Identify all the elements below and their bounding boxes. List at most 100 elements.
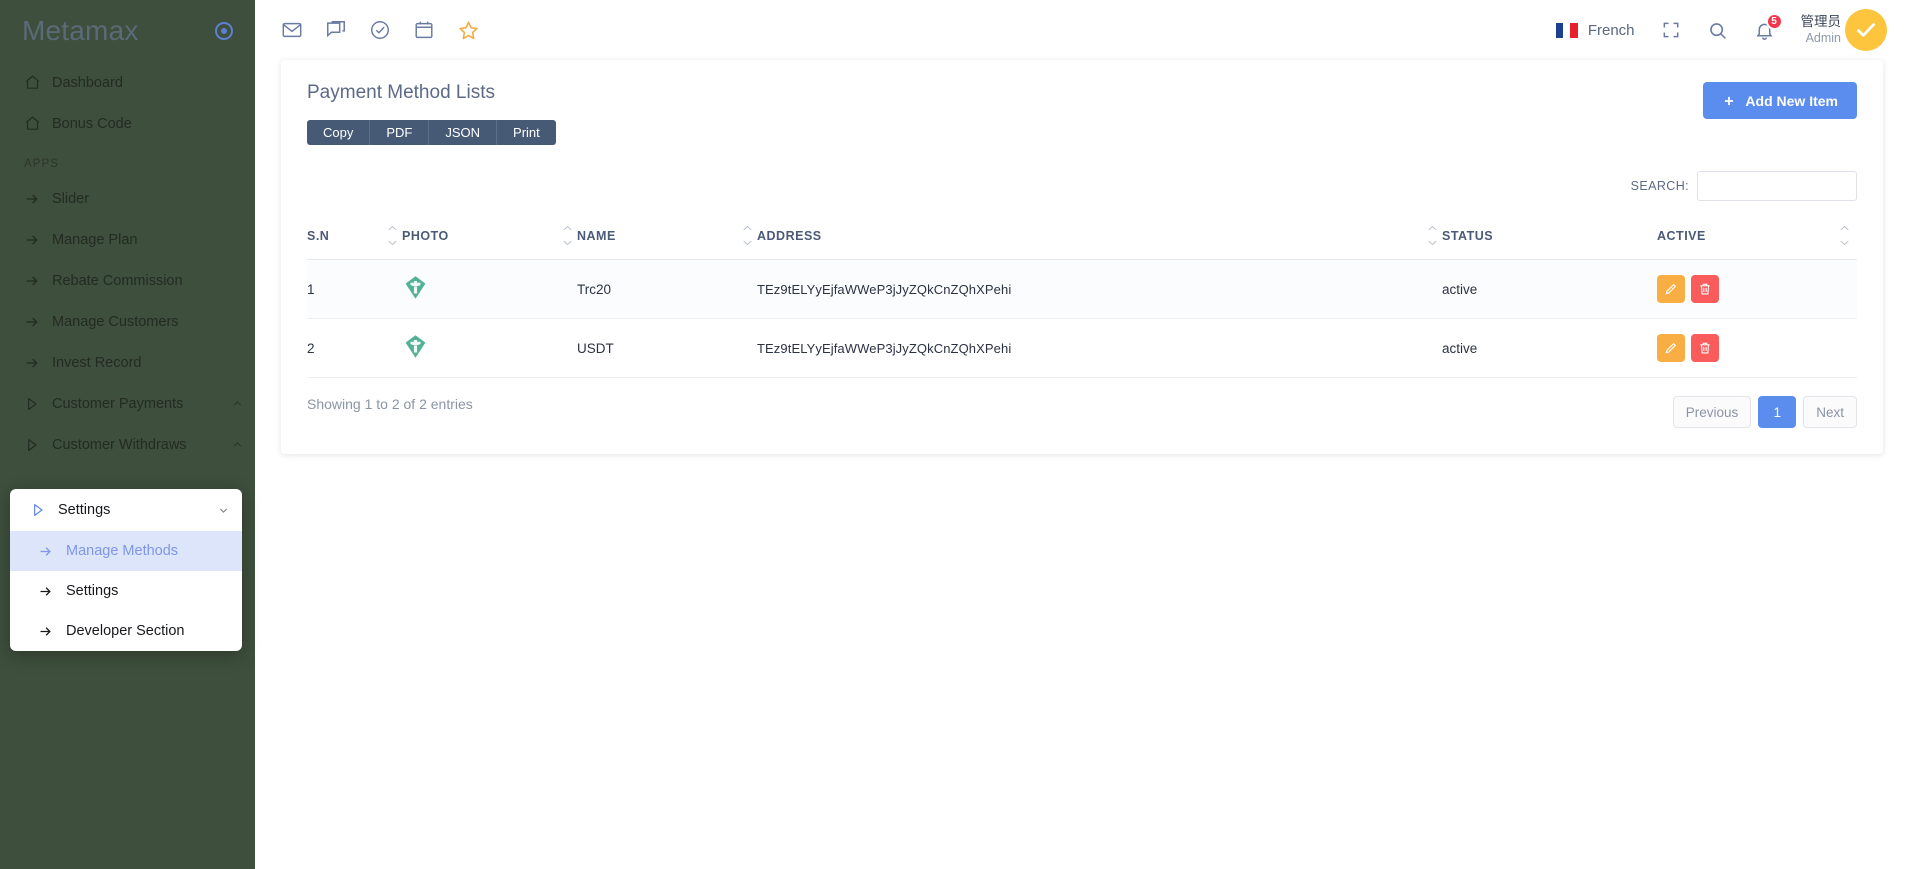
sidebar-item-customer-withdraws[interactable]: Customer Withdraws — [0, 424, 255, 465]
user-role: Admin — [1805, 30, 1841, 45]
check-avatar-icon — [1857, 23, 1875, 37]
sidebar-item-label: Customer Withdraws — [52, 436, 187, 453]
table-row: 1 Trc20 TEz9tELYyEjfaWWeP3jJyZQkCnZQhXPe… — [307, 259, 1857, 319]
sidebar-item-settings[interactable]: Settings — [10, 489, 242, 531]
search-row: SEARCH: — [307, 171, 1857, 201]
topbar-left-icons — [281, 19, 480, 42]
tether-logo-icon — [402, 333, 429, 360]
delete-button[interactable] — [1691, 334, 1719, 362]
pdf-button[interactable]: PDF — [370, 120, 430, 145]
notification-bell[interactable]: 5 — [1754, 12, 1783, 41]
column-label: ACTIVE — [1657, 229, 1706, 243]
check-circle-icon[interactable] — [369, 19, 391, 41]
edit-button[interactable] — [1657, 275, 1685, 303]
main-area: French 5 管理员 Admin Payment Method Lists … — [255, 0, 1909, 869]
fullscreen-icon[interactable] — [1661, 20, 1681, 40]
column-label: S.N — [307, 229, 330, 243]
arrow-right-icon — [24, 314, 52, 330]
arrow-right-icon — [24, 232, 52, 248]
avatar[interactable] — [1845, 9, 1887, 51]
trash-icon — [1700, 342, 1710, 354]
sidebar-item-bonus-code[interactable]: Bonus Code — [0, 103, 255, 144]
sidebar-item-invest-record[interactable]: Invest Record — [0, 342, 255, 383]
app-root: Metamax Dashboard Bonus Code APPS Slider — [0, 0, 1909, 869]
copy-button[interactable]: Copy — [307, 120, 371, 145]
topbar-right-controls: French 5 管理员 Admin — [1555, 9, 1887, 51]
pagination-page-1[interactable]: 1 — [1758, 396, 1797, 428]
sidebar-item-rebate-commission[interactable]: Rebate Commission — [0, 260, 255, 301]
search-input[interactable] — [1697, 171, 1857, 201]
plus-icon — [1722, 94, 1736, 108]
column-header-name[interactable]: NAME — [563, 219, 757, 260]
arrow-right-icon — [24, 273, 52, 289]
chevron-up-icon — [1840, 225, 1849, 231]
table-header-row: S.N PHOTO NAME ADDRESS STATUS ACTIVE — [307, 219, 1857, 260]
home-icon — [24, 115, 52, 132]
cell-name: Trc20 — [577, 259, 757, 319]
submenu-header-label: Settings — [58, 502, 111, 518]
chevron-up-icon — [563, 225, 572, 231]
submenu-item-label: Manage Methods — [66, 543, 179, 559]
sidebar-item-slider[interactable]: Slider — [0, 178, 255, 219]
sidebar-item-dashboard[interactable]: Dashboard — [0, 62, 255, 103]
cell-name: USDT — [577, 318, 757, 378]
topbar: French 5 管理员 Admin — [255, 0, 1909, 60]
cell-status: active — [1442, 259, 1657, 319]
search-icon[interactable] — [1707, 20, 1728, 41]
pagination-next[interactable]: Next — [1803, 396, 1857, 428]
column-header-status[interactable]: STATUS — [1428, 219, 1657, 260]
chevron-up-icon — [743, 225, 752, 231]
column-label: ADDRESS — [757, 229, 822, 243]
chevron-up-icon — [1428, 225, 1437, 231]
column-header-address[interactable]: ADDRESS — [743, 219, 1442, 260]
column-label: NAME — [577, 229, 616, 243]
json-button[interactable]: JSON — [429, 120, 498, 145]
submenu-item-label: Settings — [66, 583, 119, 599]
sidebar-item-label: Rebate Commission — [52, 272, 183, 289]
sidebar-item-developer-section[interactable]: Developer Section — [10, 611, 242, 651]
sidebar-brand[interactable]: Metamax — [0, 0, 255, 62]
pencil-icon — [1665, 283, 1677, 295]
delete-button[interactable] — [1691, 275, 1719, 303]
cell-sn: 2 — [307, 318, 402, 378]
sort-arrows — [563, 225, 572, 246]
column-header-photo[interactable]: PHOTO — [388, 219, 577, 260]
chat-icon[interactable] — [325, 19, 347, 41]
search-label: SEARCH: — [1630, 179, 1689, 193]
print-button[interactable]: Print — [497, 120, 556, 145]
column-header-active[interactable]: ACTIVE — [1657, 219, 1857, 260]
mail-icon[interactable] — [281, 19, 303, 41]
cell-sn: 1 — [307, 259, 402, 319]
target-circle-icon[interactable] — [215, 22, 233, 40]
sidebar-item-manage-customers[interactable]: Manage Customers — [0, 301, 255, 342]
cell-status: active — [1442, 318, 1657, 378]
star-icon[interactable] — [457, 19, 480, 42]
sidebar-item-label: Dashboard — [52, 74, 123, 91]
chevron-up-icon — [229, 397, 245, 410]
cell-photo — [402, 259, 577, 319]
sidebar-item-settings-sub[interactable]: Settings — [10, 571, 242, 611]
sidebar-item-label: Manage Plan — [52, 231, 138, 248]
sort-arrows — [743, 225, 752, 246]
sidebar-item-label: Manage Customers — [52, 313, 179, 330]
chevron-up-icon — [229, 438, 245, 451]
language-selector[interactable]: French — [1555, 22, 1635, 39]
chevron-down-icon — [1840, 240, 1849, 246]
sidebar-item-manage-methods[interactable]: Manage Methods — [10, 531, 242, 571]
sidebar-item-manage-plan[interactable]: Manage Plan — [0, 219, 255, 260]
add-new-item-button[interactable]: Add New Item — [1703, 82, 1857, 119]
user-menu[interactable]: 管理员 Admin — [1801, 14, 1842, 47]
arrow-right-icon — [24, 355, 52, 371]
tether-logo-icon — [402, 274, 429, 301]
calendar-icon[interactable] — [413, 19, 435, 41]
edit-button[interactable] — [1657, 334, 1685, 362]
sidebar-item-customer-payments[interactable]: Customer Payments — [0, 383, 255, 424]
france-flag-icon — [1555, 22, 1578, 38]
user-name: 管理员 — [1800, 13, 1842, 29]
arrow-right-icon — [24, 191, 52, 207]
arrow-right-icon — [38, 624, 66, 639]
sidebar: Metamax Dashboard Bonus Code APPS Slider — [0, 0, 255, 869]
sort-arrows — [388, 225, 397, 246]
triangle-right-icon — [30, 502, 58, 518]
pagination-previous[interactable]: Previous — [1672, 396, 1752, 428]
